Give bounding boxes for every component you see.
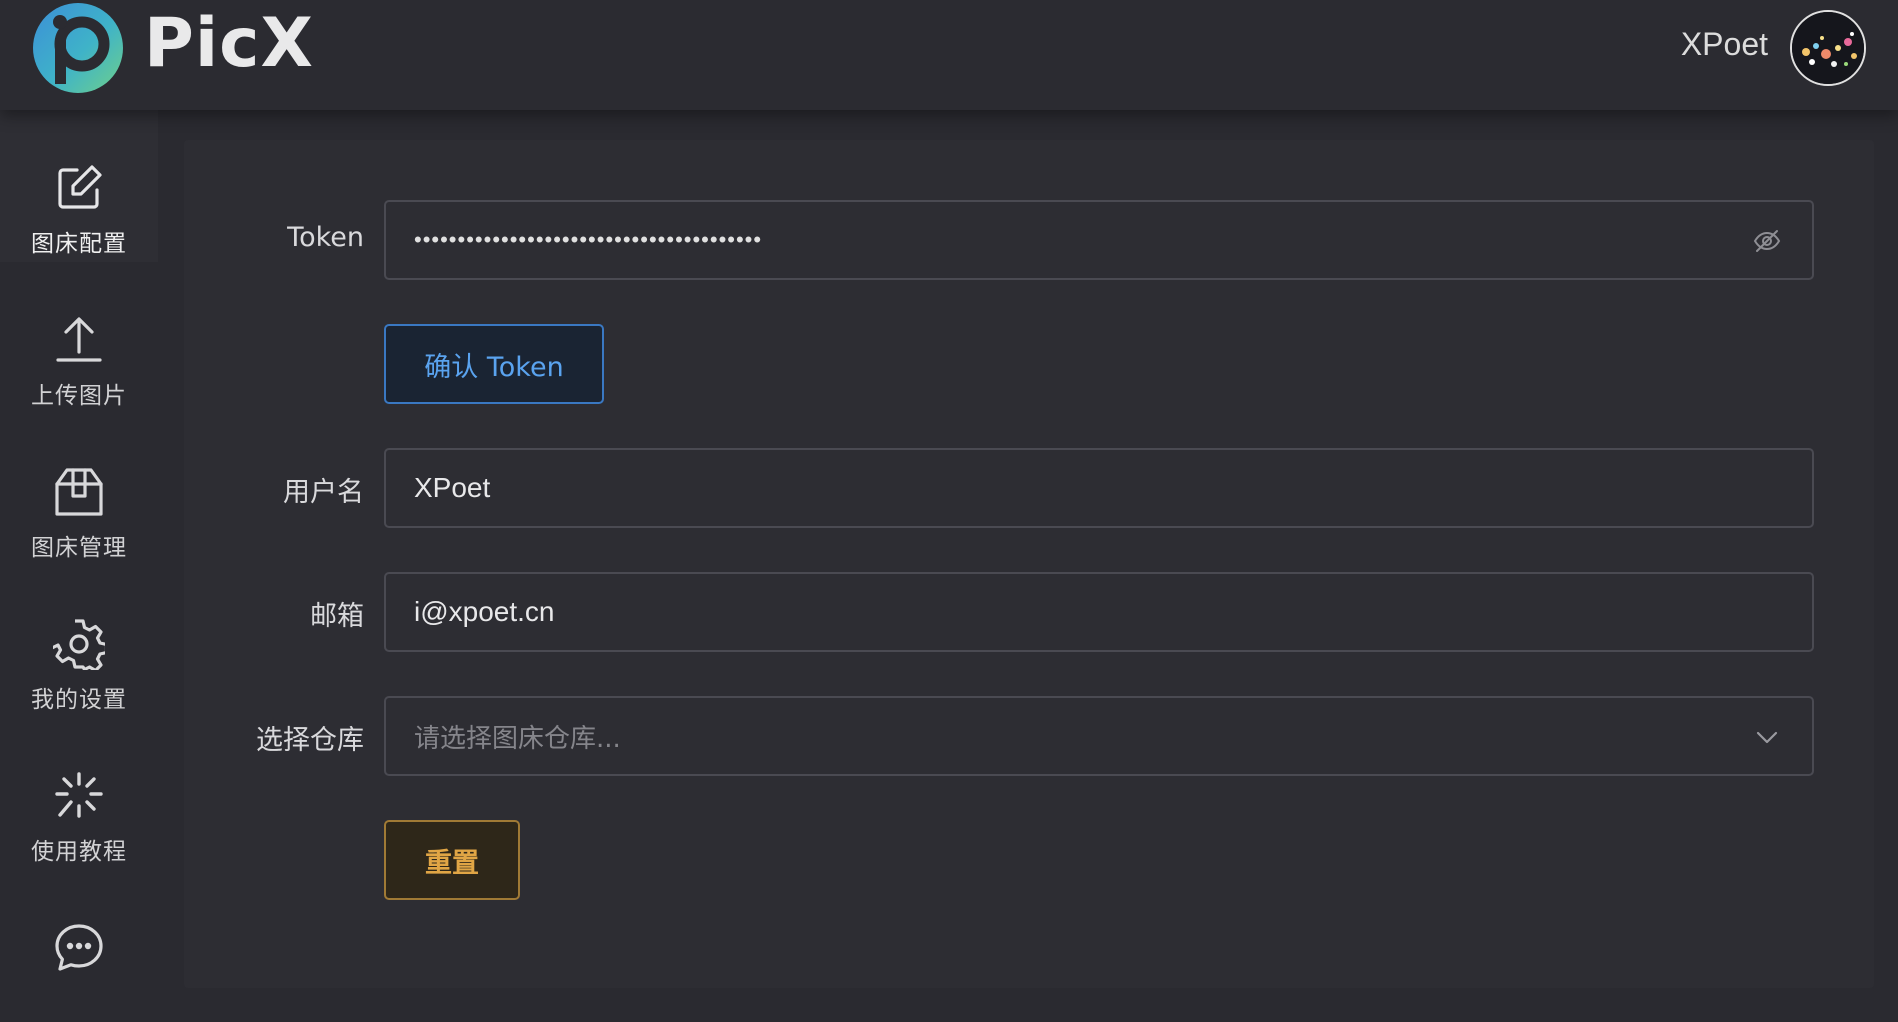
sidebar-item-image-host-config[interactable]: 图床配置 [0,110,158,262]
app-name[interactable]: PicX [144,4,314,83]
avatar-image [1792,12,1864,84]
username-field[interactable]: XPoet [384,448,1814,528]
token-input[interactable]: •••••••••••••••••••••••••••••••••••••••• [384,200,1814,280]
sidebar-item-label: 图床配置 [31,231,127,257]
sidebar-item-manage[interactable]: 图床管理 [0,414,158,566]
username-label: 用户名 [283,477,364,508]
repo-label: 选择仓库 [256,725,364,756]
username-value: XPoet [414,472,491,503]
chat-icon [55,924,103,971]
sidebar-item-label: 我的设置 [31,687,127,713]
email-value: i@xpoet.cn [414,596,555,627]
eye-off-icon[interactable] [1752,226,1782,256]
confirm-token-button[interactable]: 确认 Token [384,324,604,404]
sidebar-item-label: 上传图片 [31,383,127,409]
sparkle-icon [55,772,103,818]
repo-placeholder: 请选择图床仓库... [414,723,621,754]
sidebar-item-feedback[interactable] [0,870,158,1022]
token-label: Token [287,222,364,253]
sidebar-item-label: 图床管理 [31,535,127,561]
sidebar-item-label: 使用教程 [31,839,127,865]
sidebar-item-upload[interactable]: 上传图片 [0,262,158,414]
avatar[interactable] [1790,10,1866,86]
chevron-down-icon[interactable] [1752,722,1782,752]
upload-icon [56,317,102,362]
sidebar-item-tutorial[interactable]: 使用教程 [0,718,158,870]
gear-icon [53,619,105,670]
sidebar: 图床配置 上传图片 图床管理 我的设置 使用教程 [0,110,158,988]
reset-button[interactable]: 重置 [384,820,520,900]
box-icon [55,468,103,516]
repo-select[interactable]: 请选择图床仓库... [384,696,1814,776]
edit-icon [58,165,102,209]
config-panel: Token ••••••••••••••••••••••••••••••••••… [184,140,1874,988]
sidebar-item-settings[interactable]: 我的设置 [0,566,158,718]
email-label: 邮箱 [310,601,364,632]
app-header: PicX XPoet [0,0,1898,110]
user-name[interactable]: XPoet [1681,26,1768,63]
picx-logo-icon[interactable] [30,0,126,96]
token-value: •••••••••••••••••••••••••••••••••••••••• [414,227,763,252]
email-field[interactable]: i@xpoet.cn [384,572,1814,652]
